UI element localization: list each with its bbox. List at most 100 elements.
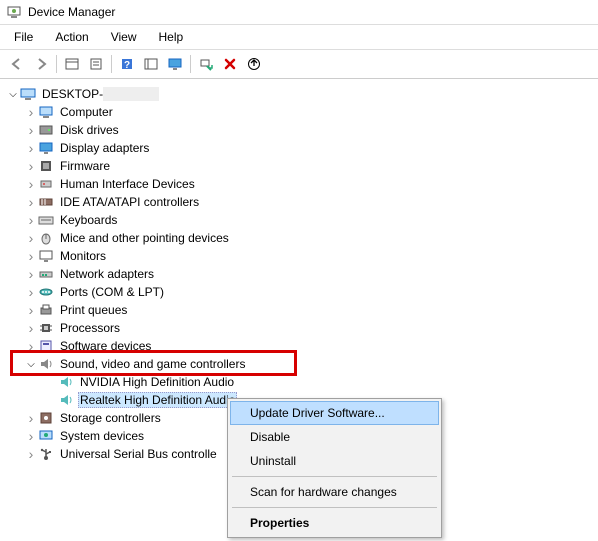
chevron-right-icon[interactable] bbox=[24, 194, 38, 210]
toolbar-sep bbox=[56, 55, 57, 73]
update-button[interactable] bbox=[243, 53, 265, 75]
keyboard-icon bbox=[38, 212, 54, 228]
menu-help[interactable]: Help bbox=[149, 27, 194, 47]
chevron-right-icon[interactable] bbox=[24, 248, 38, 264]
software-icon bbox=[38, 338, 54, 354]
monitor-button[interactable] bbox=[164, 53, 186, 75]
tree-category[interactable]: IDE ATA/ATAPI controllers bbox=[4, 193, 594, 211]
category-label: Computer bbox=[58, 105, 115, 119]
chevron-right-icon[interactable] bbox=[24, 284, 38, 300]
tree-category[interactable]: Computer bbox=[4, 103, 594, 121]
back-button[interactable] bbox=[6, 53, 28, 75]
tree-device[interactable]: NVIDIA High Definition Audio bbox=[4, 373, 594, 391]
category-label: Firmware bbox=[58, 159, 112, 173]
category-label: Universal Serial Bus controlle bbox=[58, 447, 219, 461]
device-label: Realtek High Definition Audio bbox=[78, 392, 237, 408]
menu-file[interactable]: File bbox=[4, 27, 43, 47]
category-label: Processors bbox=[58, 321, 122, 335]
ctx-disable[interactable]: Disable bbox=[230, 425, 439, 449]
chevron-right-icon[interactable] bbox=[24, 176, 38, 192]
ctx-update-driver[interactable]: Update Driver Software... bbox=[230, 401, 439, 425]
chevron-right-icon[interactable] bbox=[24, 230, 38, 246]
tree-category[interactable]: Sound, video and game controllers bbox=[4, 355, 594, 373]
processor-icon bbox=[38, 320, 54, 336]
chevron-right-icon[interactable] bbox=[24, 158, 38, 174]
refresh-button[interactable] bbox=[140, 53, 162, 75]
svg-text:?: ? bbox=[124, 60, 130, 71]
ctx-properties[interactable]: Properties bbox=[230, 511, 439, 535]
context-menu: Update Driver Software...DisableUninstal… bbox=[227, 398, 442, 538]
forward-button[interactable] bbox=[30, 53, 52, 75]
sound-icon bbox=[38, 356, 54, 372]
category-label: Mice and other pointing devices bbox=[58, 231, 231, 245]
ctx-scan[interactable]: Scan for hardware changes bbox=[230, 480, 439, 504]
chevron-right-icon[interactable] bbox=[24, 140, 38, 156]
chevron-right-icon[interactable] bbox=[24, 302, 38, 318]
tree-category[interactable]: Network adapters bbox=[4, 265, 594, 283]
tree-category[interactable]: Ports (COM & LPT) bbox=[4, 283, 594, 301]
tree-category[interactable]: Firmware bbox=[4, 157, 594, 175]
root-label: DESKTOP-XXXXXXX bbox=[40, 87, 161, 101]
category-label: IDE ATA/ATAPI controllers bbox=[58, 195, 201, 209]
category-label: Software devices bbox=[58, 339, 153, 353]
window-title: Device Manager bbox=[28, 5, 115, 19]
storage-icon bbox=[38, 410, 54, 426]
ctx-sep bbox=[232, 507, 437, 508]
tree-category[interactable]: Print queues bbox=[4, 301, 594, 319]
category-label: Human Interface Devices bbox=[58, 177, 197, 191]
delete-button[interactable] bbox=[219, 53, 241, 75]
titlebar: Device Manager bbox=[0, 0, 598, 25]
tree-category[interactable]: Mice and other pointing devices bbox=[4, 229, 594, 247]
monitor-icon bbox=[38, 248, 54, 264]
tree-category[interactable]: Monitors bbox=[4, 247, 594, 265]
tree-category[interactable]: Software devices bbox=[4, 337, 594, 355]
chevron-right-icon[interactable] bbox=[24, 104, 38, 120]
chevron-right-icon[interactable] bbox=[24, 338, 38, 354]
ide-icon bbox=[38, 194, 54, 210]
port-icon bbox=[38, 284, 54, 300]
show-hidden-button[interactable] bbox=[61, 53, 83, 75]
tree-category[interactable]: Processors bbox=[4, 319, 594, 337]
menubar: File Action View Help bbox=[0, 25, 598, 50]
chevron-right-icon[interactable] bbox=[24, 212, 38, 228]
tree-category[interactable]: Keyboards bbox=[4, 211, 594, 229]
category-label: Sound, video and game controllers bbox=[58, 357, 247, 371]
chevron-right-icon[interactable] bbox=[24, 266, 38, 282]
category-label: Ports (COM & LPT) bbox=[58, 285, 166, 299]
category-label: Display adapters bbox=[58, 141, 151, 155]
menu-action[interactable]: Action bbox=[45, 27, 98, 47]
ctx-sep bbox=[232, 476, 437, 477]
tree-root[interactable]: DESKTOP-XXXXXXX bbox=[4, 85, 594, 103]
chevron-right-icon[interactable] bbox=[24, 428, 38, 444]
toolbar-sep bbox=[111, 55, 112, 73]
tree-category[interactable]: Display adapters bbox=[4, 139, 594, 157]
mouse-icon bbox=[38, 230, 54, 246]
system-icon bbox=[38, 428, 54, 444]
toolbar: ? bbox=[0, 50, 598, 79]
category-label: Disk drives bbox=[58, 123, 121, 137]
tree-category[interactable]: Human Interface Devices bbox=[4, 175, 594, 193]
chevron-down-icon[interactable] bbox=[6, 89, 20, 100]
menu-view[interactable]: View bbox=[101, 27, 147, 47]
computer-icon bbox=[38, 104, 54, 120]
properties-button[interactable] bbox=[85, 53, 107, 75]
chevron-down-icon[interactable] bbox=[24, 359, 38, 370]
computer-icon bbox=[20, 86, 36, 102]
hid-icon bbox=[38, 176, 54, 192]
ctx-uninstall[interactable]: Uninstall bbox=[230, 449, 439, 473]
scan-button[interactable] bbox=[195, 53, 217, 75]
display-icon bbox=[38, 140, 54, 156]
help-button[interactable]: ? bbox=[116, 53, 138, 75]
chevron-right-icon[interactable] bbox=[24, 446, 38, 462]
chevron-right-icon[interactable] bbox=[24, 122, 38, 138]
category-label: Keyboards bbox=[58, 213, 119, 227]
category-label: Network adapters bbox=[58, 267, 156, 281]
firmware-icon bbox=[38, 158, 54, 174]
device-manager-icon bbox=[6, 4, 22, 20]
chevron-right-icon[interactable] bbox=[24, 410, 38, 426]
category-label: System devices bbox=[58, 429, 146, 443]
printer-icon bbox=[38, 302, 54, 318]
category-label: Monitors bbox=[58, 249, 108, 263]
tree-category[interactable]: Disk drives bbox=[4, 121, 594, 139]
chevron-right-icon[interactable] bbox=[24, 320, 38, 336]
